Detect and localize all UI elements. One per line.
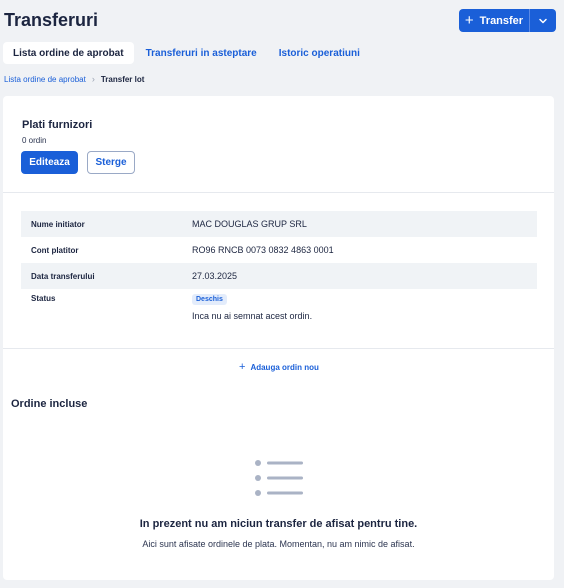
detail-row-account: Cont platitor RO96 RNCB 0073 0832 4863 0… bbox=[21, 237, 537, 263]
detail-label: Status bbox=[31, 294, 56, 303]
chevron-down-icon bbox=[539, 18, 547, 23]
detail-row-initiator: Nume initiator MAC DOUGLAS GRUP SRL bbox=[21, 211, 537, 237]
tab-bar: Lista ordine de aprobat Transferuri in a… bbox=[3, 42, 372, 64]
detail-label: Nume initiator bbox=[31, 219, 85, 229]
status-block: Deschis Inca nu ai semnat acest ordin. bbox=[192, 294, 312, 321]
page-title: Transferuri bbox=[4, 10, 99, 30]
detail-label: Data transferului bbox=[31, 271, 95, 281]
details-table: Nume initiator MAC DOUGLAS GRUP SRL Cont… bbox=[21, 211, 537, 327]
plus-icon: + bbox=[464, 12, 474, 29]
chevron-right-icon: › bbox=[91, 74, 95, 84]
delete-button[interactable]: Sterge bbox=[87, 151, 135, 174]
empty-state-subtitle: Aici sunt afisate ordinele de plata. Mom… bbox=[142, 539, 415, 549]
status-note: Inca nu ai semnat acest ordin. bbox=[192, 311, 313, 321]
breadcrumb: Lista ordine de aprobat › Transfer lot bbox=[4, 74, 144, 84]
empty-state-title: In prezent nu am niciun transfer de afis… bbox=[139, 518, 418, 530]
detail-row-date: Data transferului 27.03.2025 bbox=[21, 263, 537, 289]
divider bbox=[3, 348, 554, 349]
group-title: Plati furnizori bbox=[22, 119, 93, 131]
order-count: 0 ordin bbox=[22, 136, 47, 145]
edit-button[interactable]: Editeaza bbox=[21, 151, 78, 174]
breadcrumb-current: Transfer lot bbox=[100, 74, 145, 84]
transfer-lot-card: Plati furnizori 0 ordin Editeaza Sterge … bbox=[3, 96, 554, 580]
transfer-button-label: Transfer bbox=[479, 14, 524, 27]
detail-label: Cont platitor bbox=[31, 245, 79, 255]
new-transfer-button[interactable]: + Transfer bbox=[459, 9, 530, 32]
tab-lista-ordine-de-aprobat[interactable]: Lista ordine de aprobat bbox=[3, 42, 134, 64]
detail-value: RO96 RNCB 0073 0832 4863 0001 bbox=[192, 245, 334, 255]
transfer-button[interactable]: + Transfer bbox=[459, 9, 556, 32]
breadcrumb-link-lista-ordine[interactable]: Lista ordine de aprobat bbox=[4, 75, 86, 84]
orders-section-title: Ordine incluse bbox=[11, 398, 88, 410]
detail-row-status: Status Deschis Inca nu ai semnat acest o… bbox=[21, 289, 537, 327]
transfer-dropdown-button[interactable] bbox=[530, 9, 556, 32]
add-order-label: Adauga ordin nou bbox=[250, 363, 319, 372]
divider bbox=[3, 192, 554, 193]
plus-icon: + bbox=[239, 361, 246, 373]
tab-transferuri-in-asteptare[interactable]: Transferuri in asteptare bbox=[136, 42, 267, 64]
detail-value: MAC DOUGLAS GRUP SRL bbox=[192, 219, 307, 229]
add-order-button[interactable]: + Adauga ordin nou bbox=[239, 362, 319, 373]
detail-value: 27.03.2025 bbox=[192, 271, 238, 281]
tab-istoric-operatiuni[interactable]: Istoric operatiuni bbox=[269, 42, 370, 64]
status-badge: Deschis bbox=[192, 294, 227, 305]
empty-list-icon bbox=[255, 460, 303, 496]
